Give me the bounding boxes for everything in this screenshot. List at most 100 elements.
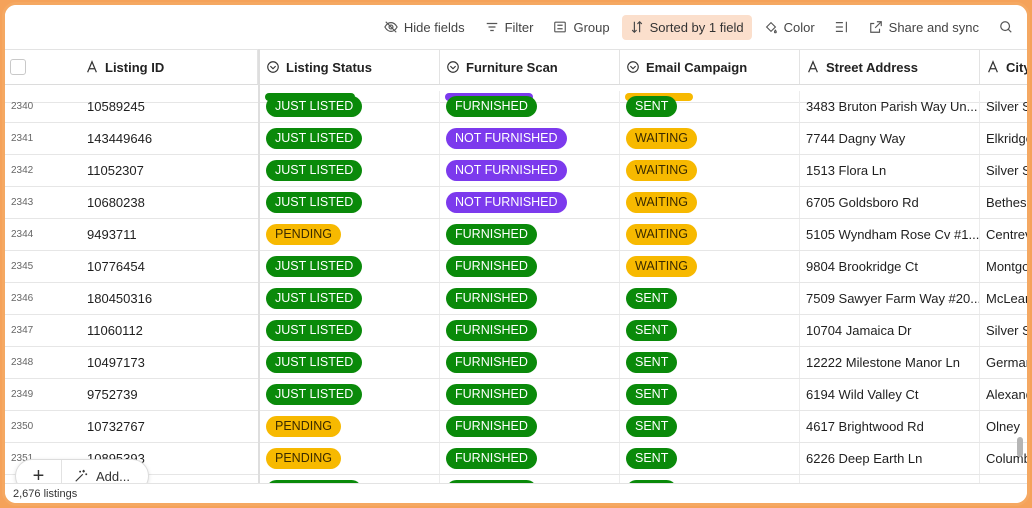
hide-fields-button[interactable]: Hide fields [376, 15, 473, 40]
cell-listing-status[interactable]: JUST LISTED [260, 123, 440, 154]
cell-street-address[interactable]: 4617 Brightwood Rd [800, 411, 980, 442]
cell-listing-id[interactable]: 10776454 [81, 251, 258, 282]
cell-furniture-scan[interactable]: FURNISHED [440, 411, 620, 442]
cell-listing-status[interactable]: JUST LISTED [260, 315, 440, 346]
column-header-city[interactable]: City [980, 50, 1027, 84]
status-pill: JUST LISTED [266, 192, 363, 213]
table-row[interactable]: 2342 11052307 JUST LISTED NOT FURNISHED WAIT… [5, 155, 1027, 187]
cell-street-address[interactable]: 6226 Deep Earth Ln [800, 443, 980, 474]
column-header-listing-id[interactable]: Listing ID [81, 50, 258, 84]
cell-street-address[interactable]: 1513 Flora Ln [800, 155, 980, 186]
cell-email-campaign[interactable]: SENT [620, 411, 800, 442]
cell-furniture-scan[interactable]: FURNISHED [440, 379, 620, 410]
cell-email-campaign[interactable]: WAITING [620, 187, 800, 218]
cell-furniture-scan[interactable]: FURNISHED [440, 347, 620, 378]
cell-furniture-scan[interactable]: FURNISHED [440, 315, 620, 346]
cell-email-campaign[interactable]: SENT [620, 347, 800, 378]
group-button[interactable]: Group [545, 15, 617, 40]
cell-street-address[interactable]: 9804 Brookridge Ct [800, 251, 980, 282]
cell-street-address[interactable]: 10704 Jamaica Dr [800, 315, 980, 346]
table-row[interactable]: 2341 143449646 JUST LISTED NOT FURNISHED WAI… [5, 123, 1027, 155]
cell-listing-id[interactable]: 11060112 [81, 315, 258, 346]
table-row[interactable]: 2347 11060112 JUST LISTED FURNISHED SENT 1070… [5, 315, 1027, 347]
vertical-scrollbar[interactable] [1017, 437, 1023, 457]
cell-city[interactable]: Alexandria [980, 379, 1027, 410]
table-row[interactable]: 2344 9493711 PENDING FURNISHED WAITING 5105 W… [5, 219, 1027, 251]
select-all-checkbox[interactable] [10, 59, 26, 75]
cell-listing-id[interactable]: 180450316 [81, 283, 258, 314]
table-row[interactable]: 2349 9752739 JUST LISTED FURNISHED SENT 6194 … [5, 379, 1027, 411]
cell-city[interactable]: Silver Spring [980, 155, 1027, 186]
cell-listing-id[interactable]: 143449646 [81, 123, 258, 154]
cell-listing-status[interactable]: JUST LISTED [260, 91, 440, 122]
cell-listing-id[interactable]: 9493711 [81, 219, 258, 250]
cell-email-campaign[interactable]: WAITING [620, 123, 800, 154]
cell-street-address[interactable]: 6194 Wild Valley Ct [800, 379, 980, 410]
cell-city[interactable]: Centreville [980, 219, 1027, 250]
search-button[interactable] [991, 15, 1021, 39]
table-row[interactable]: 2346 180450316 JUST LISTED FURNISHED SENT 750… [5, 283, 1027, 315]
cell-listing-id[interactable]: 10497173 [81, 347, 258, 378]
cell-street-address[interactable]: 7509 Sawyer Farm Way #20... [800, 283, 980, 314]
cell-email-campaign[interactable]: WAITING [620, 251, 800, 282]
table-row[interactable]: 2340 10589245 JUST LISTED FURNISHED SENT 3483… [5, 91, 1027, 123]
add-with-ai-button[interactable]: Add... [62, 469, 130, 484]
cell-listing-status[interactable]: PENDING [260, 443, 440, 474]
table-row[interactable]: 235110895393PENDINGFURNISHEDSENT6226 Dee… [5, 443, 1027, 475]
cell-listing-status[interactable]: PENDING [260, 219, 440, 250]
cell-listing-id[interactable]: 10589245 [81, 91, 258, 122]
cell-email-campaign[interactable]: SENT [620, 379, 800, 410]
table-row[interactable]: 2343 10680238 JUST LISTED NOT FURNISHED WAIT… [5, 187, 1027, 219]
cell-street-address[interactable]: 3483 Bruton Parish Way Un... [800, 91, 980, 122]
cell-furniture-scan[interactable]: NOT FURNISHED [440, 187, 620, 218]
cell-furniture-scan[interactable]: FURNISHED [440, 443, 620, 474]
cell-furniture-scan[interactable]: NOT FURNISHED [440, 123, 620, 154]
table-row[interactable]: 2348 10497173 JUST LISTED FURNISHED SENT 1222… [5, 347, 1027, 379]
cell-listing-status[interactable]: JUST LISTED [260, 347, 440, 378]
cell-city[interactable]: Silver Spring [980, 315, 1027, 346]
column-header-email-campaign[interactable]: Email Campaign [620, 50, 800, 84]
cell-listing-status[interactable]: JUST LISTED [260, 251, 440, 282]
cell-email-campaign[interactable]: SENT [620, 443, 800, 474]
cell-listing-id[interactable]: 10732767 [81, 411, 258, 442]
cell-email-campaign[interactable]: WAITING [620, 155, 800, 186]
cell-listing-status[interactable]: JUST LISTED [260, 283, 440, 314]
cell-city[interactable]: Germantown [980, 347, 1027, 378]
cell-street-address[interactable]: 7744 Dagny Way [800, 123, 980, 154]
table-row[interactable]: 2350 10732767 PENDING FURNISHED SENT 4617 Bri… [5, 411, 1027, 443]
cell-listing-id[interactable]: 11052307 [81, 155, 258, 186]
cell-furniture-scan[interactable]: FURNISHED [440, 219, 620, 250]
cell-furniture-scan[interactable]: FURNISHED [440, 283, 620, 314]
cell-listing-status[interactable]: JUST LISTED [260, 187, 440, 218]
color-button[interactable]: Color [756, 15, 823, 40]
row-height-button[interactable] [827, 15, 857, 39]
cell-email-campaign[interactable]: SENT [620, 91, 800, 122]
cell-city[interactable]: Silver Spring [980, 91, 1027, 122]
cell-furniture-scan[interactable]: FURNISHED [440, 91, 620, 122]
cell-furniture-scan[interactable]: FURNISHED [440, 251, 620, 282]
table-row[interactable]: 2345 10776454 JUST LISTED FURNISHED WAITING 9… [5, 251, 1027, 283]
cell-email-campaign[interactable]: SENT [620, 283, 800, 314]
column-header-street-address[interactable]: Street Address [800, 50, 980, 84]
cell-furniture-scan[interactable]: NOT FURNISHED [440, 155, 620, 186]
cell-listing-status[interactable]: JUST LISTED [260, 379, 440, 410]
cell-listing-status[interactable]: PENDING [260, 411, 440, 442]
cell-street-address[interactable]: 6705 Goldsboro Rd [800, 187, 980, 218]
sort-button[interactable]: Sorted by 1 field [621, 14, 752, 40]
column-header-furniture-scan[interactable]: Furniture Scan [440, 50, 620, 84]
column-header-listing-status[interactable]: Listing Status [260, 50, 440, 84]
cell-city[interactable]: Elkridge [980, 123, 1027, 154]
cell-email-campaign[interactable]: WAITING [620, 219, 800, 250]
share-sync-button[interactable]: Share and sync [861, 15, 987, 40]
frozen-column-divider[interactable] [258, 49, 260, 503]
cell-listing-status[interactable]: JUST LISTED [260, 155, 440, 186]
cell-listing-id[interactable]: 10680238 [81, 187, 258, 218]
filter-button[interactable]: Filter [477, 15, 542, 40]
cell-street-address[interactable]: 12222 Milestone Manor Ln [800, 347, 980, 378]
cell-city[interactable]: Bethesda [980, 187, 1027, 218]
cell-city[interactable]: Montgomery [980, 251, 1027, 282]
cell-street-address[interactable]: 5105 Wyndham Rose Cv #1... [800, 219, 980, 250]
cell-email-campaign[interactable]: SENT [620, 315, 800, 346]
cell-listing-id[interactable]: 9752739 [81, 379, 258, 410]
cell-city[interactable]: McLean [980, 283, 1027, 314]
